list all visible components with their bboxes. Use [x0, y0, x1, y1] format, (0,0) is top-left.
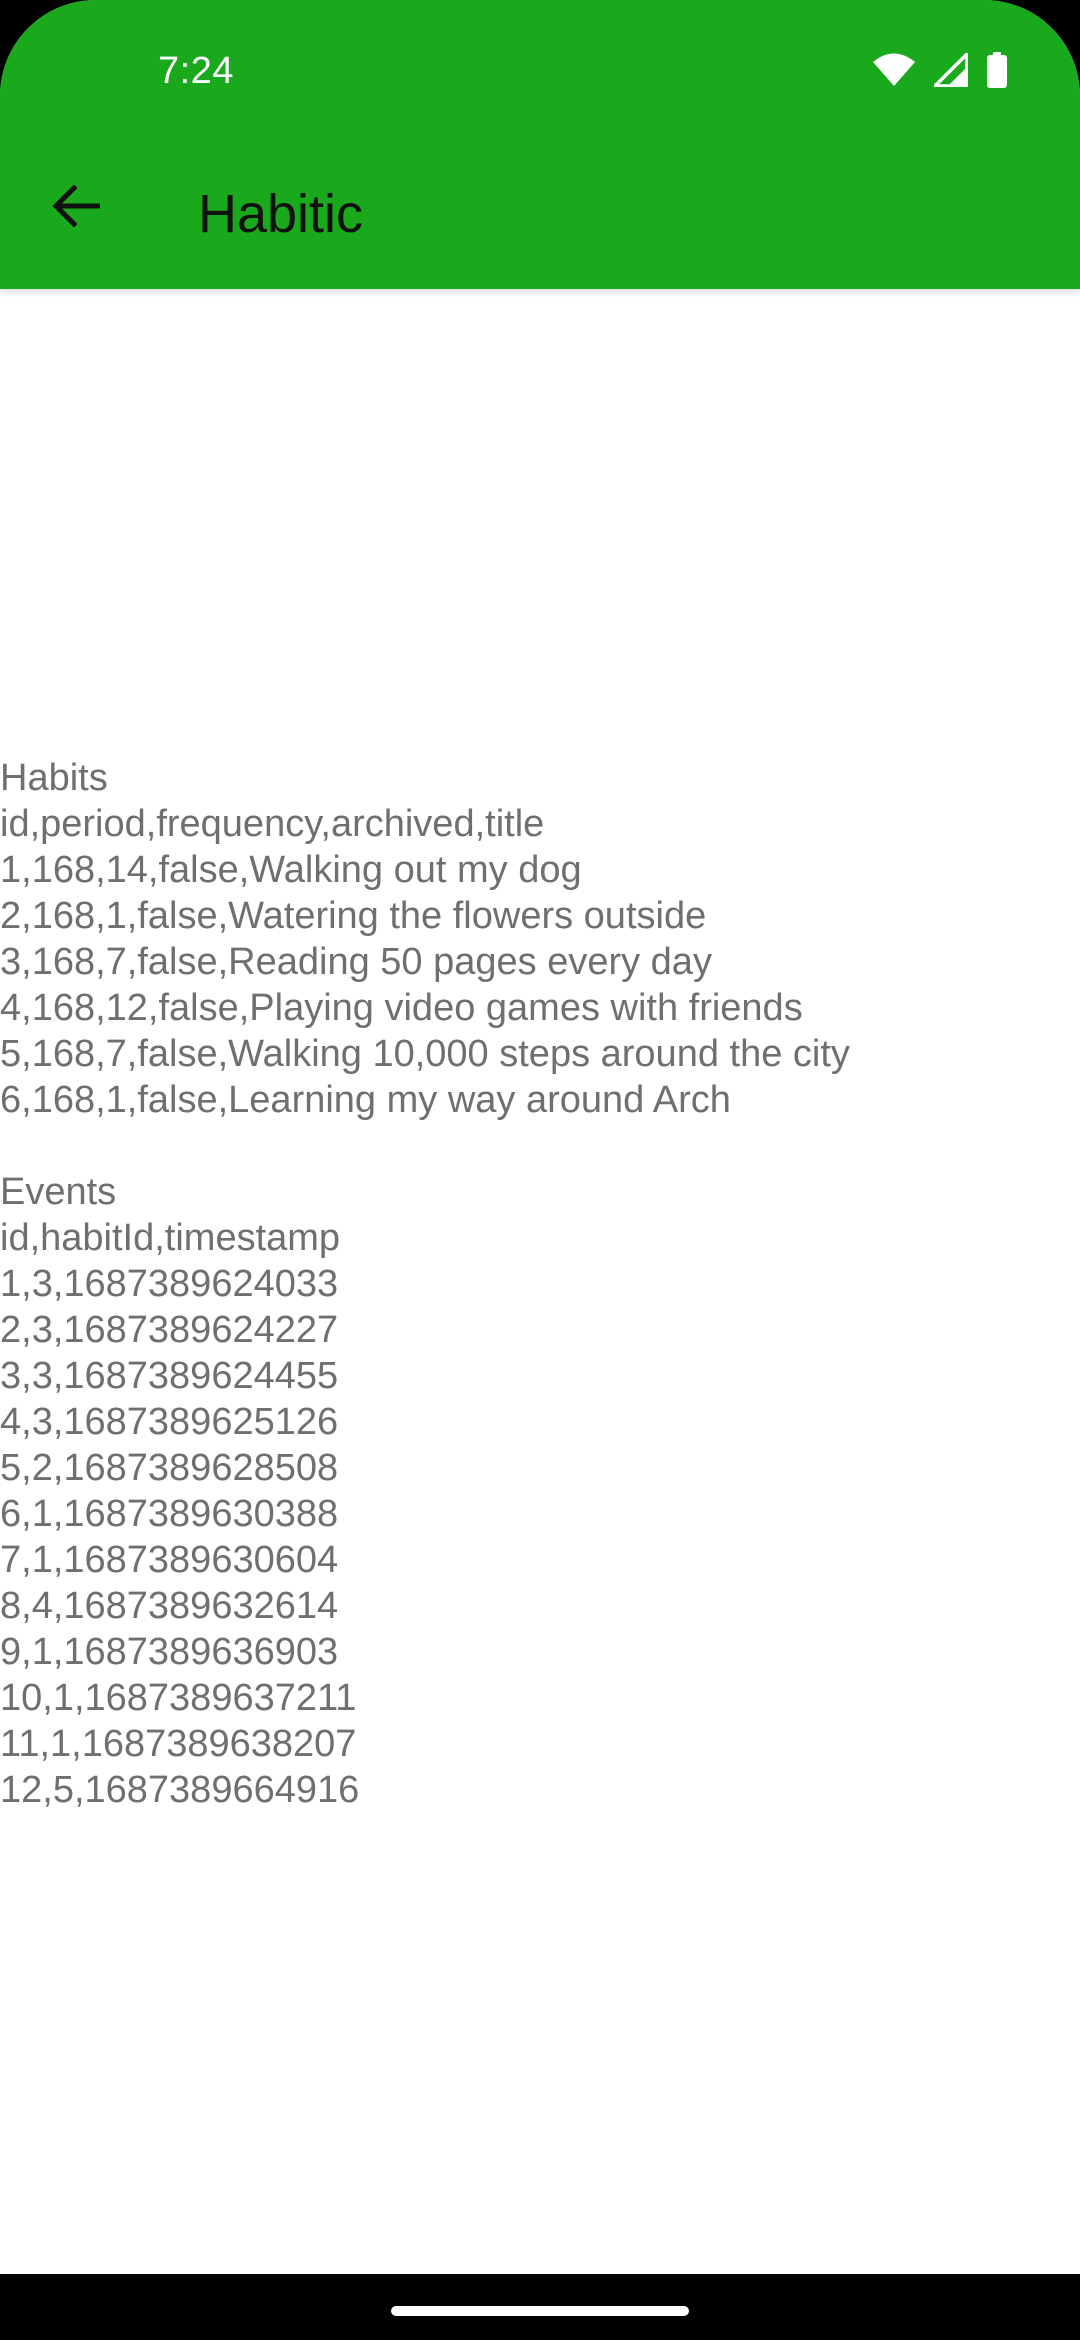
status-time: 7:24	[158, 50, 234, 92]
events-columns: id,habitId,timestamp	[0, 1217, 341, 1259]
arrow-back-icon	[52, 183, 101, 232]
signal-icon	[933, 52, 969, 92]
event-row: 11,1,1687389638207	[0, 1723, 357, 1765]
event-row: 6,1,1687389630388	[0, 1493, 339, 1535]
habit-row: 6,168,1,false,Learning my way around Arc…	[0, 1079, 731, 1121]
event-row: 1,3,1687389624033	[0, 1263, 339, 1305]
events-heading: Events	[0, 1171, 117, 1213]
event-row: 2,3,1687389624227	[0, 1309, 339, 1351]
home-handle[interactable]	[391, 2306, 689, 2316]
back-button[interactable]	[44, 176, 108, 240]
app-title: Habitic	[198, 184, 364, 244]
event-row: 7,1,1687389630604	[0, 1539, 339, 1581]
event-row: 3,3,1687389624455	[0, 1355, 339, 1397]
app-bar: 7:24 Habitic	[0, 0, 1080, 289]
event-row: 9,1,1687389636903	[0, 1631, 339, 1673]
habit-row: 5,168,7,false,Walking 10,000 steps aroun…	[0, 1033, 850, 1075]
export-text: Habits id,period,frequency,archived,titl…	[0, 755, 1080, 1813]
event-row: 10,1,1687389637211	[0, 1677, 357, 1719]
navigation-bar	[0, 2274, 1080, 2340]
habit-row: 3,168,7,false,Reading 50 pages every day	[0, 941, 712, 983]
habit-row: 4,168,12,false,Playing video games with …	[0, 987, 803, 1029]
wifi-icon	[872, 53, 916, 92]
event-row: 8,4,1687389632614	[0, 1585, 339, 1627]
habits-heading: Habits	[0, 757, 108, 799]
habit-row: 1,168,14,false,Walking out my dog	[0, 849, 582, 891]
event-row: 5,2,1687389628508	[0, 1447, 339, 1489]
event-row: 12,5,1687389664916	[0, 1769, 360, 1811]
screen: 7:24 Habitic Habits id,period,frequency,…	[0, 0, 1080, 2340]
event-row: 4,3,1687389625126	[0, 1401, 339, 1443]
habit-row: 2,168,1,false,Watering the flowers outsi…	[0, 895, 707, 937]
status-icons	[872, 52, 1008, 93]
battery-icon	[986, 52, 1008, 93]
habits-columns: id,period,frequency,archived,title	[0, 803, 545, 845]
